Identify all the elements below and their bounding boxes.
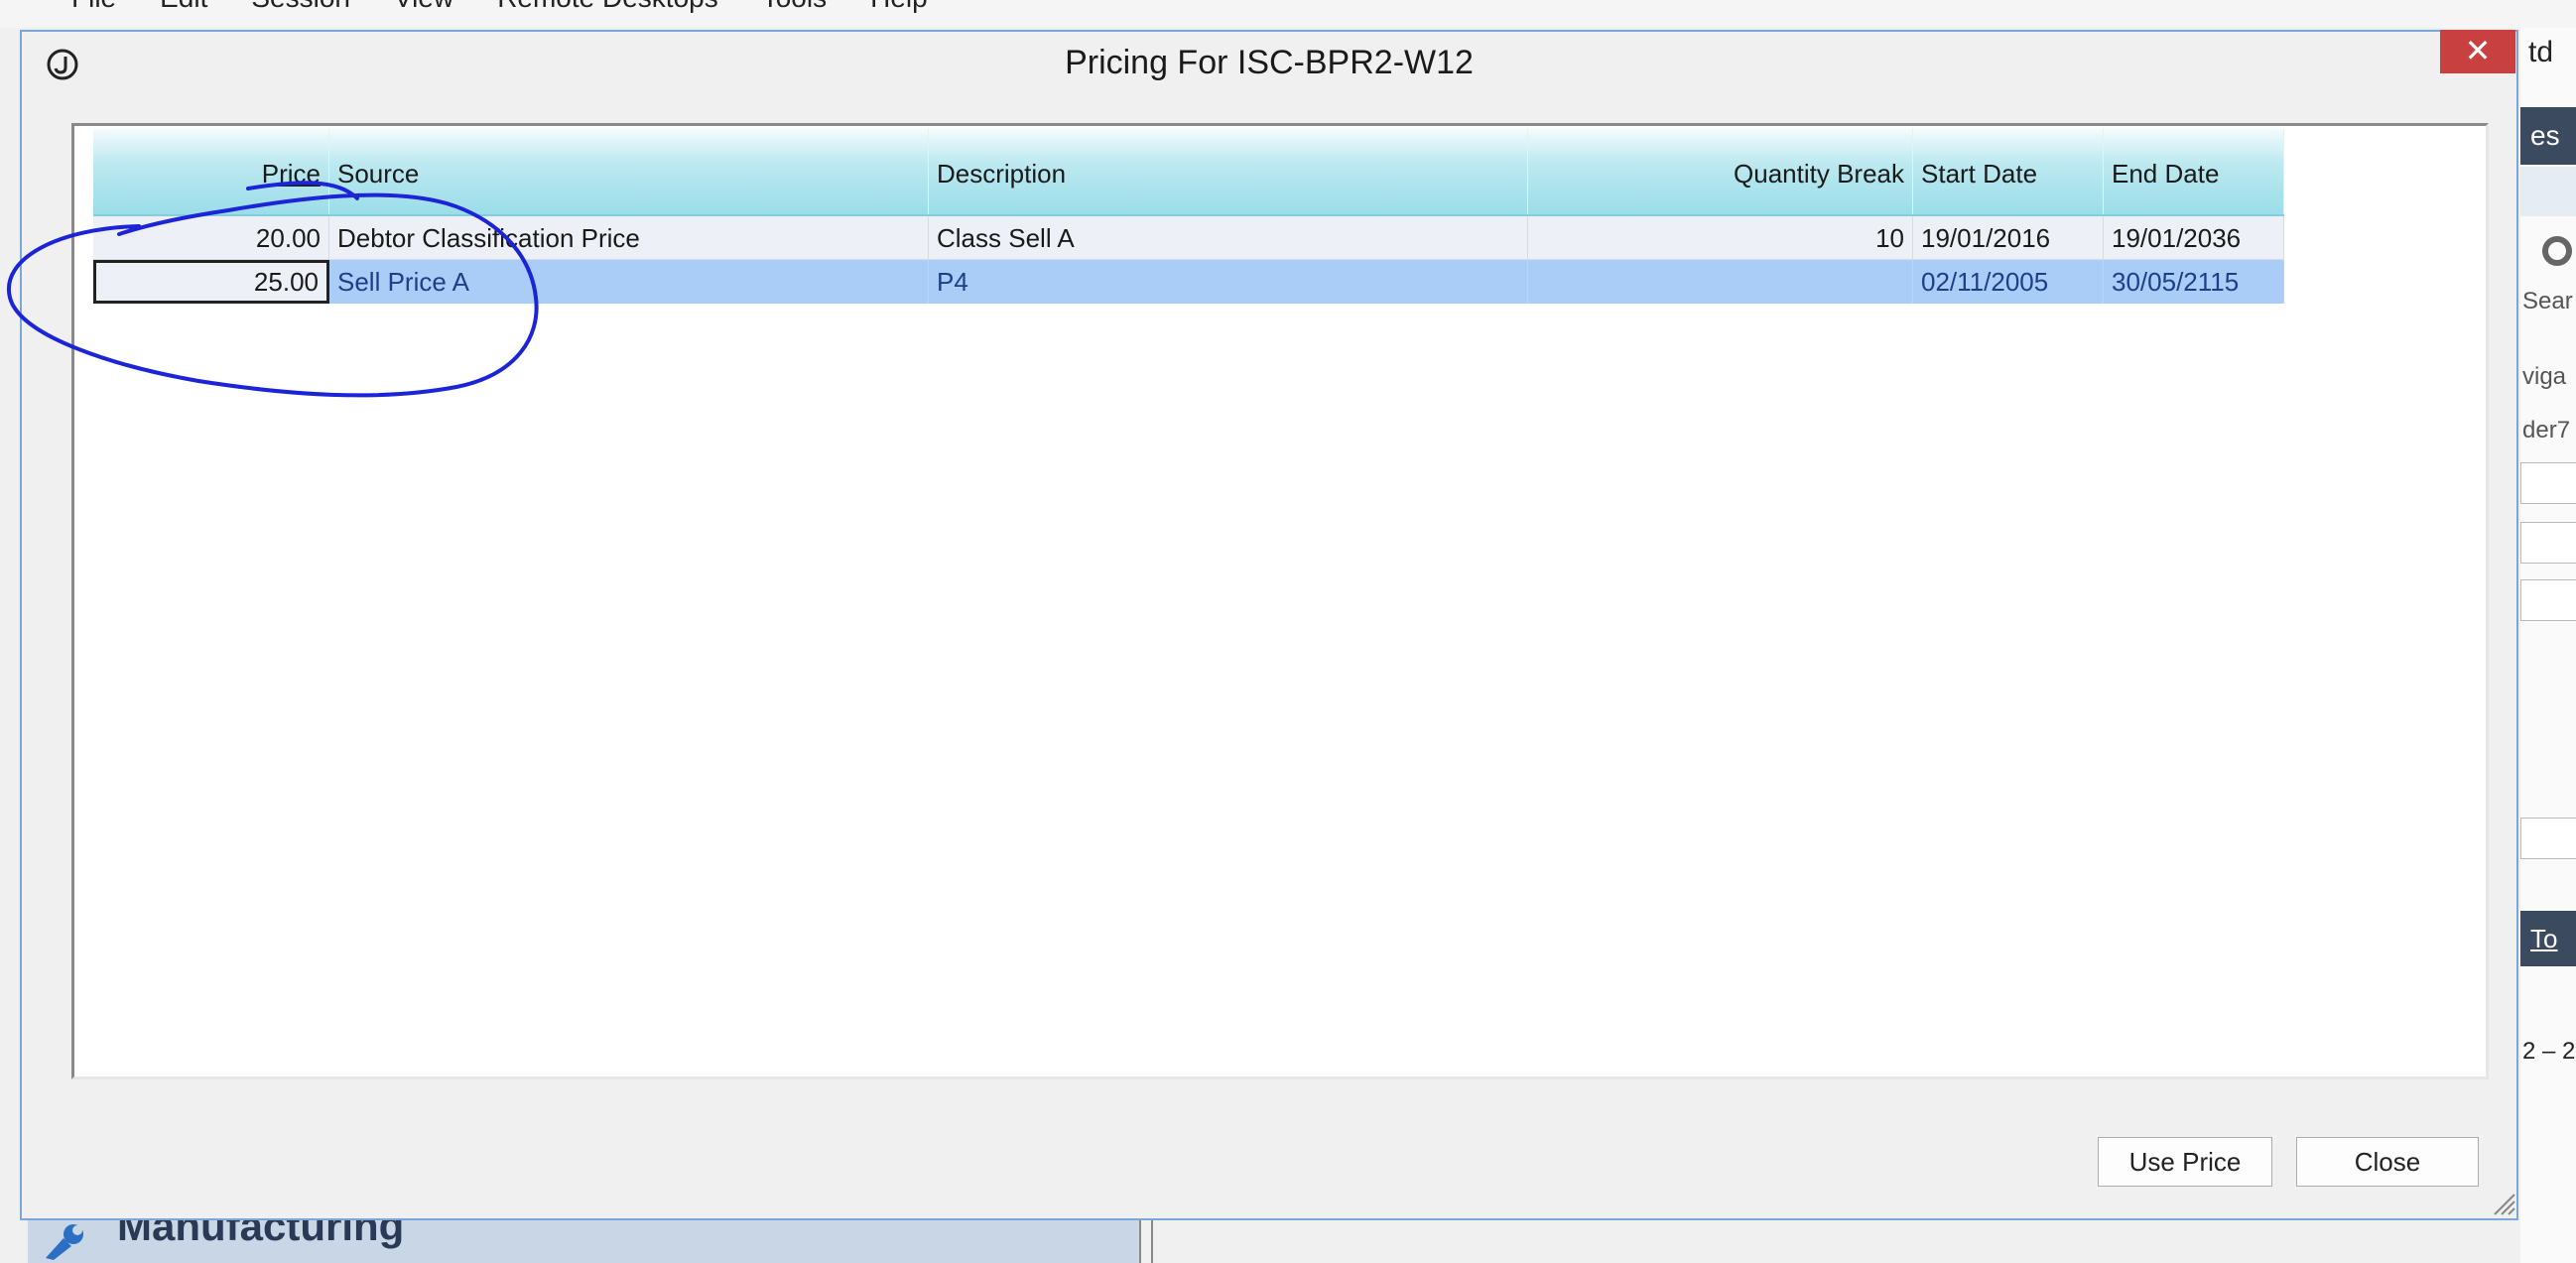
use-price-button[interactable]: Use Price — [2098, 1137, 2272, 1187]
resize-grip-icon[interactable] — [2491, 1191, 2516, 1216]
menu-edit[interactable]: Edit — [138, 0, 229, 14]
source-cell[interactable]: Sell Price A — [329, 260, 929, 304]
background-app-tab[interactable]: es — [2520, 107, 2576, 165]
table-row[interactable]: 20.00 Debtor Classification Price Class … — [93, 216, 2284, 260]
source-cell[interactable]: Debtor Classification Price — [329, 216, 929, 260]
menu-help[interactable]: Help — [848, 0, 950, 14]
pricing-dialog: Pricing For ISC-BPR2-W12 ✕ Price Source … — [20, 30, 2518, 1220]
background-app-panel: td es Sear viga der7 To 2 – 2 — [2520, 28, 2576, 1263]
column-header-description[interactable]: Description — [929, 129, 1528, 214]
end-date-cell[interactable]: 19/01/2036 — [2104, 216, 2284, 260]
menu-remote-desktops[interactable]: Remote Desktops — [475, 0, 740, 14]
table-row-selected[interactable]: 25.00 Sell Price A P4 02/11/2005 30/05/2… — [93, 260, 2284, 304]
background-module-label: Manufacturing — [117, 1220, 405, 1249]
pricing-grid[interactable]: Price Source Description Quantity Break … — [71, 123, 2489, 1079]
start-date-cell[interactable]: 19/01/2016 — [1913, 216, 2104, 260]
background-navigation-label[interactable]: viga — [2522, 363, 2566, 391]
background-input-4[interactable] — [2520, 818, 2576, 859]
splitter-handle[interactable] — [1139, 1220, 1153, 1263]
close-icon[interactable]: ✕ — [2440, 30, 2515, 73]
background-input-3[interactable] — [2520, 579, 2576, 621]
description-cell[interactable]: P4 — [929, 260, 1528, 304]
grid-header: Price Source Description Quantity Break … — [93, 129, 2284, 216]
description-cell[interactable]: Class Sell A — [929, 216, 1528, 260]
close-button[interactable]: Close — [2296, 1137, 2479, 1187]
column-header-end-date[interactable]: End Date — [2104, 129, 2284, 214]
background-tools-tab[interactable]: To — [2520, 911, 2576, 966]
column-header-source[interactable]: Source — [329, 129, 929, 214]
menu-file[interactable]: File — [50, 0, 138, 14]
price-cell[interactable]: 20.00 — [93, 216, 329, 260]
background-band — [2520, 167, 2576, 216]
dialog-titlebar[interactable]: Pricing For ISC-BPR2-W12 ✕ — [22, 30, 2516, 97]
background-input-1[interactable] — [2520, 462, 2576, 504]
menu-items: File Edit Session View Remote Desktops T… — [50, 0, 950, 14]
background-app-title: td — [2528, 36, 2554, 68]
menu-tools[interactable]: Tools — [740, 0, 848, 14]
menu-session[interactable]: Session — [229, 0, 372, 14]
end-date-cell[interactable]: 30/05/2115 — [2104, 260, 2284, 304]
background-input-2[interactable] — [2520, 522, 2576, 564]
background-range-text: 2 – 2 — [2522, 1038, 2576, 1065]
column-header-price[interactable]: Price — [93, 129, 329, 214]
wrench-icon — [46, 1224, 83, 1260]
dialog-title: Pricing For ISC-BPR2-W12 — [1065, 44, 1474, 81]
background-field-label: der7 — [2522, 417, 2571, 443]
background-search-label: Sear — [2522, 288, 2573, 315]
quantity-break-cell[interactable]: 10 — [1528, 216, 1913, 260]
search-icon[interactable] — [2542, 236, 2572, 266]
background-module-panel: Manufacturing — [28, 1220, 1139, 1263]
menu-view[interactable]: View — [372, 0, 475, 14]
price-cell-focused[interactable]: 25.00 — [93, 260, 329, 304]
quantity-break-cell[interactable] — [1528, 260, 1913, 304]
column-header-start-date[interactable]: Start Date — [1913, 129, 2104, 214]
menu-bar: File Edit Session View Remote Desktops T… — [0, 0, 2576, 28]
start-date-cell[interactable]: 02/11/2005 — [1913, 260, 2104, 304]
column-header-quantity-break[interactable]: Quantity Break — [1528, 129, 1913, 214]
